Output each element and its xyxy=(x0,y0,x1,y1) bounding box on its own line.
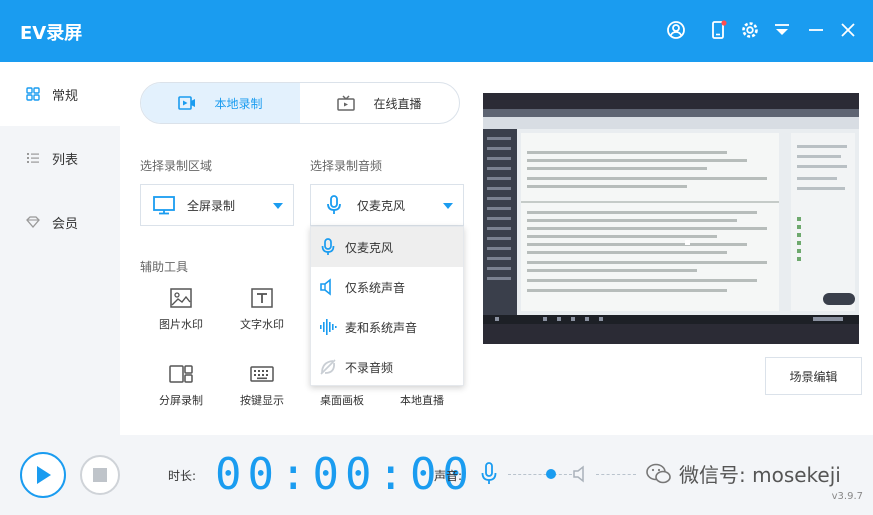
list-icon xyxy=(27,153,39,163)
title-bar: EV录屏 xyxy=(0,0,873,62)
audio-label: 选择录制音频 xyxy=(310,159,383,173)
tool-key-display[interactable]: 按键显示 xyxy=(227,363,297,408)
settings-gear-icon[interactable] xyxy=(739,19,761,41)
tool-label: 分屏录制 xyxy=(159,394,203,407)
mic-volume-slider-handle[interactable] xyxy=(546,469,556,479)
chevron-down-icon xyxy=(443,203,453,209)
audio-option-mic-only[interactable]: 仅麦克风 xyxy=(311,227,463,267)
region-select[interactable]: 全屏录制 xyxy=(140,184,294,226)
audio-option-system-only[interactable]: 仅系统声音 xyxy=(311,267,463,307)
mic-volume-slider-track[interactable] xyxy=(508,474,572,475)
speaker-icon[interactable] xyxy=(572,465,590,483)
tab-local-record[interactable]: 本地录制 xyxy=(141,83,300,123)
play-icon xyxy=(37,466,51,484)
monitor-icon xyxy=(153,196,175,215)
tool-desktop-drawing[interactable]: 桌面画板 xyxy=(307,363,377,408)
audio-option-label: 仅系统声音 xyxy=(345,280,406,295)
audio-option-label: 麦和系统声音 xyxy=(345,320,418,335)
audio-option-mic-and-system[interactable]: 麦和系统声音 xyxy=(311,307,463,347)
start-record-button[interactable] xyxy=(20,452,66,498)
duration-label: 时长: xyxy=(168,469,197,483)
user-icon[interactable] xyxy=(665,19,687,41)
video-camera-icon xyxy=(178,96,196,110)
split-screen-icon xyxy=(169,365,193,383)
system-volume-slider-track[interactable] xyxy=(596,474,636,475)
grid-icon xyxy=(26,87,40,101)
sound-wave-icon xyxy=(320,319,337,335)
audio-select[interactable]: 仅麦克风 xyxy=(310,184,464,226)
sidebar-item-general[interactable]: 常规 xyxy=(0,62,120,126)
menu-dropdown-icon[interactable] xyxy=(771,19,793,41)
sidebar: 常规 列表 会员 xyxy=(0,62,120,435)
region-value: 全屏录制 xyxy=(187,198,236,213)
microphone-icon xyxy=(321,238,335,255)
image-icon xyxy=(170,288,192,308)
tool-label: 按键显示 xyxy=(240,394,284,407)
app-title: EV录屏 xyxy=(20,23,83,44)
sidebar-item-list[interactable]: 列表 xyxy=(0,126,120,190)
tool-label: 本地直播 xyxy=(400,394,444,407)
stop-record-button[interactable] xyxy=(80,455,120,495)
sidebar-item-label: 常规 xyxy=(52,88,79,104)
tab-label: 本地录制 xyxy=(214,96,263,111)
speaker-icon xyxy=(320,278,331,296)
stop-icon xyxy=(93,468,107,482)
tab-live-stream[interactable]: 在线直播 xyxy=(300,83,459,123)
screen-preview xyxy=(483,93,859,344)
tool-label: 图片水印 xyxy=(159,318,203,331)
tool-text-watermark[interactable]: 文字水印 xyxy=(227,287,297,332)
tv-icon xyxy=(337,95,356,111)
keyboard-icon xyxy=(250,366,274,382)
audio-dropdown-menu: 仅麦克风 仅系统声音 麦和系统声音 不录音频 xyxy=(310,226,464,386)
tool-split-screen[interactable]: 分屏录制 xyxy=(146,363,216,408)
volume-label: 声音: xyxy=(434,469,463,483)
tab-label: 在线直播 xyxy=(373,96,422,111)
tool-local-live[interactable]: 本地直播 xyxy=(387,363,457,408)
tool-image-watermark[interactable]: 图片水印 xyxy=(146,287,216,332)
tool-label: 文字水印 xyxy=(240,318,284,331)
scene-edit-button[interactable]: 场景编辑 xyxy=(765,357,862,395)
sidebar-item-member[interactable]: 会员 xyxy=(0,190,120,254)
audio-value: 仅麦克风 xyxy=(357,198,406,213)
phone-notification-icon[interactable] xyxy=(707,19,729,41)
wechat-watermark: 微信号: mosekeji xyxy=(645,459,841,488)
region-label: 选择录制区域 xyxy=(140,159,213,173)
minimize-icon[interactable] xyxy=(805,19,827,41)
sidebar-item-label: 列表 xyxy=(52,152,79,168)
wechat-icon xyxy=(646,463,671,483)
audio-option-label: 仅麦克风 xyxy=(345,240,394,255)
chevron-down-icon xyxy=(273,203,283,209)
record-mode-tabs: 本地录制 在线直播 xyxy=(140,82,460,124)
diamond-icon xyxy=(26,216,40,228)
tool-label: 桌面画板 xyxy=(320,394,364,407)
text-icon xyxy=(251,288,273,308)
sidebar-item-label: 会员 xyxy=(52,216,79,232)
close-icon[interactable] xyxy=(837,19,859,41)
watermark-text: 微信号: mosekeji xyxy=(679,463,841,487)
preview-screenshot-image xyxy=(483,93,859,344)
bottom-control-bar: 时长: 00:00:00 声音: 微信号: mosekeji v3.9.7 xyxy=(0,435,873,515)
microphone-icon xyxy=(327,195,341,214)
version-label: v3.9.7 xyxy=(831,491,863,502)
tools-label: 辅助工具 xyxy=(140,260,189,274)
microphone-icon[interactable] xyxy=(479,462,499,486)
